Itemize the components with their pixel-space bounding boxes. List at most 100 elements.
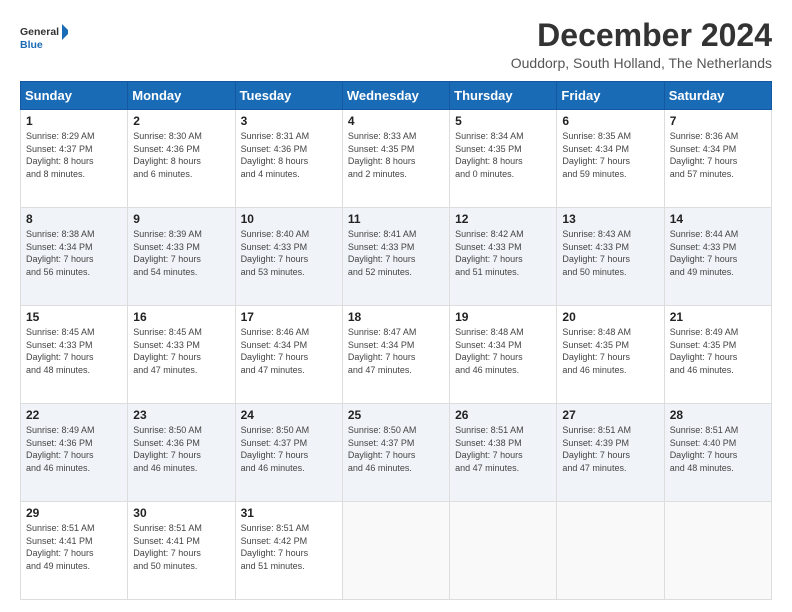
calendar-header-saturday: Saturday [664,82,771,110]
day-info: Sunrise: 8:51 AMSunset: 4:41 PMDaylight:… [26,523,95,571]
calendar-week-3: 15 Sunrise: 8:45 AMSunset: 4:33 PMDayligh… [21,306,772,404]
calendar-header-wednesday: Wednesday [342,82,449,110]
day-number: 6 [562,114,659,128]
calendar-cell: 23 Sunrise: 8:50 AMSunset: 4:36 PMDayligh… [128,404,235,502]
logo-svg: General Blue [20,22,68,54]
day-number: 23 [133,408,230,422]
calendar-header-sunday: Sunday [21,82,128,110]
day-number: 10 [241,212,338,226]
calendar-cell: 31Sunrise: 8:51 AMSunset: 4:42 PMDayligh… [235,502,342,600]
calendar-cell: 1 Sunrise: 8:29 AMSunset: 4:37 PMDaylight… [21,110,128,208]
day-number: 9 [133,212,230,226]
day-info: Sunrise: 8:51 AMSunset: 4:41 PMDaylight:… [133,523,202,571]
calendar-header-friday: Friday [557,82,664,110]
main-title: December 2024 [511,18,772,53]
day-number: 5 [455,114,552,128]
day-info: Sunrise: 8:43 AMSunset: 4:33 PMDaylight:… [562,229,631,277]
calendar-cell [450,502,557,600]
day-number: 19 [455,310,552,324]
calendar-cell: 4 Sunrise: 8:33 AMSunset: 4:35 PMDaylight… [342,110,449,208]
day-info: Sunrise: 8:49 AMSunset: 4:36 PMDaylight:… [26,425,95,473]
calendar-cell: 29 Sunrise: 8:51 AMSunset: 4:41 PMDayligh… [21,502,128,600]
day-info: Sunrise: 8:30 AMSunset: 4:36 PMDaylight:… [133,131,202,179]
calendar-cell: 30 Sunrise: 8:51 AMSunset: 4:41 PMDayligh… [128,502,235,600]
subtitle: Ouddorp, South Holland, The Netherlands [511,55,772,71]
day-info: Sunrise: 8:50 AMSunset: 4:37 PMDaylight:… [241,425,310,473]
day-info: Sunrise: 8:51 AMSunset: 4:38 PMDaylight:… [455,425,524,473]
calendar-week-4: 22 Sunrise: 8:49 AMSunset: 4:36 PMDayligh… [21,404,772,502]
day-info: Sunrise: 8:38 AMSunset: 4:34 PMDaylight:… [26,229,95,277]
day-number: 1 [26,114,123,128]
day-info: Sunrise: 8:31 AMSunset: 4:36 PMDaylight:… [241,131,310,179]
calendar-header-row: SundayMondayTuesdayWednesdayThursdayFrid… [21,82,772,110]
day-info: Sunrise: 8:51 AMSunset: 4:39 PMDaylight:… [562,425,631,473]
calendar-cell [342,502,449,600]
day-info: Sunrise: 8:36 AMSunset: 4:34 PMDaylight:… [670,131,739,179]
day-info: Sunrise: 8:40 AMSunset: 4:33 PMDaylight:… [241,229,310,277]
calendar-cell: 10 Sunrise: 8:40 AMSunset: 4:33 PMDayligh… [235,208,342,306]
day-number: 4 [348,114,445,128]
calendar-cell [557,502,664,600]
day-number: 30 [133,506,230,520]
day-number: 28 [670,408,767,422]
day-info: Sunrise: 8:48 AMSunset: 4:35 PMDaylight:… [562,327,631,375]
day-number: 21 [670,310,767,324]
logo: General Blue [20,22,68,54]
day-info: Sunrise: 8:50 AMSunset: 4:36 PMDaylight:… [133,425,202,473]
calendar-cell: 12 Sunrise: 8:42 AMSunset: 4:33 PMDayligh… [450,208,557,306]
day-info: Sunrise: 8:49 AMSunset: 4:35 PMDaylight:… [670,327,739,375]
calendar-cell: 20 Sunrise: 8:48 AMSunset: 4:35 PMDayligh… [557,306,664,404]
day-info: Sunrise: 8:33 AMSunset: 4:35 PMDaylight:… [348,131,417,179]
day-info: Sunrise: 8:44 AMSunset: 4:33 PMDaylight:… [670,229,739,277]
day-number: 7 [670,114,767,128]
calendar-cell: 7 Sunrise: 8:36 AMSunset: 4:34 PMDaylight… [664,110,771,208]
day-number: 25 [348,408,445,422]
day-number: 16 [133,310,230,324]
calendar-cell: 13Sunrise: 8:43 AMSunset: 4:33 PMDayligh… [557,208,664,306]
day-info: Sunrise: 8:29 AMSunset: 4:37 PMDaylight:… [26,131,95,179]
calendar-cell: 15 Sunrise: 8:45 AMSunset: 4:33 PMDayligh… [21,306,128,404]
day-number: 17 [241,310,338,324]
day-info: Sunrise: 8:45 AMSunset: 4:33 PMDaylight:… [26,327,95,375]
day-info: Sunrise: 8:46 AMSunset: 4:34 PMDaylight:… [241,327,310,375]
calendar-cell: 9Sunrise: 8:39 AMSunset: 4:33 PMDaylight… [128,208,235,306]
day-number: 20 [562,310,659,324]
calendar-cell: 18Sunrise: 8:47 AMSunset: 4:34 PMDayligh… [342,306,449,404]
calendar-header-monday: Monday [128,82,235,110]
day-number: 12 [455,212,552,226]
day-number: 8 [26,212,123,226]
day-number: 14 [670,212,767,226]
calendar-week-5: 29 Sunrise: 8:51 AMSunset: 4:41 PMDayligh… [21,502,772,600]
day-number: 29 [26,506,123,520]
calendar-cell: 19Sunrise: 8:48 AMSunset: 4:34 PMDayligh… [450,306,557,404]
title-block: December 2024 Ouddorp, South Holland, Th… [511,18,772,71]
header: General Blue December 2024 Ouddorp, Sout… [20,18,772,71]
calendar-cell: 6 Sunrise: 8:35 AMSunset: 4:34 PMDaylight… [557,110,664,208]
day-info: Sunrise: 8:42 AMSunset: 4:33 PMDaylight:… [455,229,524,277]
calendar-cell: 3 Sunrise: 8:31 AMSunset: 4:36 PMDaylight… [235,110,342,208]
calendar-cell: 14 Sunrise: 8:44 AMSunset: 4:33 PMDayligh… [664,208,771,306]
calendar-cell: 25Sunrise: 8:50 AMSunset: 4:37 PMDayligh… [342,404,449,502]
calendar-table: SundayMondayTuesdayWednesdayThursdayFrid… [20,81,772,600]
calendar-cell: 26Sunrise: 8:51 AMSunset: 4:38 PMDayligh… [450,404,557,502]
calendar-cell: 17 Sunrise: 8:46 AMSunset: 4:34 PMDayligh… [235,306,342,404]
calendar-cell: 24Sunrise: 8:50 AMSunset: 4:37 PMDayligh… [235,404,342,502]
calendar-cell: 5Sunrise: 8:34 AMSunset: 4:35 PMDaylight… [450,110,557,208]
day-number: 3 [241,114,338,128]
calendar-cell: 11Sunrise: 8:41 AMSunset: 4:33 PMDayligh… [342,208,449,306]
day-info: Sunrise: 8:45 AMSunset: 4:33 PMDaylight:… [133,327,202,375]
day-number: 27 [562,408,659,422]
calendar-week-2: 8 Sunrise: 8:38 AMSunset: 4:34 PMDaylight… [21,208,772,306]
day-info: Sunrise: 8:41 AMSunset: 4:33 PMDaylight:… [348,229,417,277]
day-info: Sunrise: 8:35 AMSunset: 4:34 PMDaylight:… [562,131,631,179]
day-info: Sunrise: 8:51 AMSunset: 4:42 PMDaylight:… [241,523,310,571]
day-number: 15 [26,310,123,324]
page: General Blue December 2024 Ouddorp, Sout… [0,0,792,612]
calendar-cell [664,502,771,600]
calendar-cell: 22 Sunrise: 8:49 AMSunset: 4:36 PMDayligh… [21,404,128,502]
calendar-header-tuesday: Tuesday [235,82,342,110]
day-number: 22 [26,408,123,422]
calendar-cell: 16 Sunrise: 8:45 AMSunset: 4:33 PMDayligh… [128,306,235,404]
svg-text:Blue: Blue [20,39,43,51]
calendar-week-1: 1 Sunrise: 8:29 AMSunset: 4:37 PMDaylight… [21,110,772,208]
